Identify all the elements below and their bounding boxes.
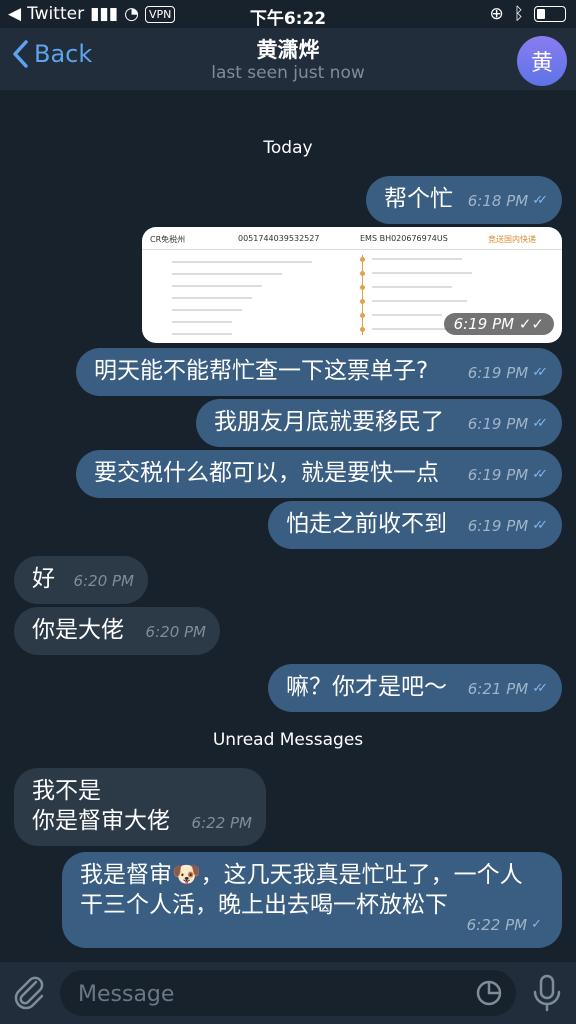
image-message[interactable]: CR免税州 0051744039532527 EMS BH020676974US… xyxy=(142,227,562,343)
message-time: 6:21 PM xyxy=(467,680,529,698)
message-time: 6:19 PM xyxy=(467,466,529,484)
message-text: 你是大佬 xyxy=(32,617,124,643)
message-time: 6:20 PM xyxy=(145,623,206,641)
message-bubble[interactable]: 嘛？你才是吧～ 6:21 PM ✓✓ xyxy=(268,664,562,712)
sticker-icon[interactable] xyxy=(476,980,502,1006)
message-text: 要交税什么都可以，就是要快一点 xyxy=(94,460,439,486)
doc-origin: CR免税州 xyxy=(150,235,186,244)
message-text: 干三个人活，晚上出去喝一杯放松下 xyxy=(80,892,448,918)
message-text: 帮个忙 xyxy=(384,186,453,212)
message-field xyxy=(60,970,516,1016)
microphone-icon[interactable] xyxy=(532,974,562,1012)
message-text: 嘛？你才是吧～ xyxy=(286,674,447,700)
message-bubble[interactable]: 我朋友月底就要移民了 6:19 PM ✓✓ xyxy=(196,399,562,447)
doc-ems: EMS BH020676974US xyxy=(360,234,448,243)
read-checkmarks-icon: ✓✓ xyxy=(532,416,548,431)
read-checkmarks-icon: ✓✓ xyxy=(532,681,548,696)
message-time: 6:19 PM xyxy=(467,364,529,382)
date-separator: Today xyxy=(263,138,313,158)
message-text: 我朋友月底就要移民了 xyxy=(214,409,444,435)
message-bubble[interactable]: 帮个忙 6:18 PM ✓✓ xyxy=(366,176,562,224)
message-text: 明天能不能帮忙查一下这票单子? xyxy=(94,358,429,384)
message-time: 6:22 PM xyxy=(191,814,252,832)
chat-header: Back 黄潇烨 last seen just now 黄 xyxy=(0,28,576,90)
message-time: 6:19 PM xyxy=(467,517,529,535)
message-bubble[interactable]: 怕走之前收不到 6:19 PM ✓✓ xyxy=(268,501,562,549)
read-checkmarks-icon: ✓✓ xyxy=(518,315,544,333)
read-checkmarks-icon: ✓✓ xyxy=(532,467,548,482)
message-bubble[interactable]: 好 6:20 PM xyxy=(14,556,148,604)
message-time: 6:22 PM xyxy=(466,916,528,934)
message-bubble[interactable]: 你是大佬 6:20 PM xyxy=(14,607,220,655)
rotation-lock-icon: ⊕ xyxy=(489,4,504,24)
read-checkmarks-icon: ✓✓ xyxy=(532,193,548,208)
message-time: 6:18 PM xyxy=(467,192,529,210)
read-checkmarks-icon: ✓✓ xyxy=(532,518,548,533)
read-checkmark-icon: ✓ xyxy=(531,917,542,932)
message-text: 好 xyxy=(32,566,55,592)
message-bubble[interactable]: 要交税什么都可以，就是要快一点 6:19 PM ✓✓ xyxy=(76,450,562,498)
unread-separator: Unread Messages xyxy=(212,730,364,750)
message-text: 我不是 xyxy=(32,778,101,804)
message-time: 6:19 PM xyxy=(453,315,515,333)
input-bar xyxy=(0,962,576,1024)
read-checkmarks-icon: ✓✓ xyxy=(532,365,548,380)
message-time: 6:19 PM xyxy=(467,415,529,433)
message-input[interactable] xyxy=(76,978,460,1010)
message-text: 怕走之前收不到 xyxy=(286,511,447,537)
message-bubble[interactable]: 我是督审🐶，这几天我真是忙吐了，一个人 干三个人活，晚上出去喝一杯放松下 6:2… xyxy=(62,852,562,948)
message-list[interactable]: Today 帮个忙 6:18 PM ✓✓ CR免税州 00517440395325… xyxy=(0,90,576,962)
message-text: 我是督审🐶，这几天我真是忙吐了，一个人 xyxy=(80,862,523,888)
chat-title[interactable]: 黄潇烨 xyxy=(0,34,576,64)
battery-icon xyxy=(534,6,566,22)
message-bubble[interactable]: 我不是 你是督审大佬 6:22 PM xyxy=(14,768,266,846)
message-text: 你是督审大佬 xyxy=(32,808,170,834)
doc-number: 0051744039532527 xyxy=(238,234,320,243)
status-bar: ◀ Twitter ▮▮▮ ◔ VPN 下午6:22 ⊕ ᛒ xyxy=(0,0,576,30)
doc-carrier: 竞送国内快递 xyxy=(488,235,536,244)
avatar[interactable]: 黄 xyxy=(517,36,567,86)
last-seen-status: last seen just now xyxy=(211,63,365,83)
bluetooth-icon: ᛒ xyxy=(513,4,524,24)
message-bubble[interactable]: 明天能不能帮忙查一下这票单子? 6:19 PM ✓✓ xyxy=(76,348,562,396)
paperclip-icon[interactable] xyxy=(12,974,46,1010)
message-time: 6:20 PM xyxy=(73,572,134,590)
